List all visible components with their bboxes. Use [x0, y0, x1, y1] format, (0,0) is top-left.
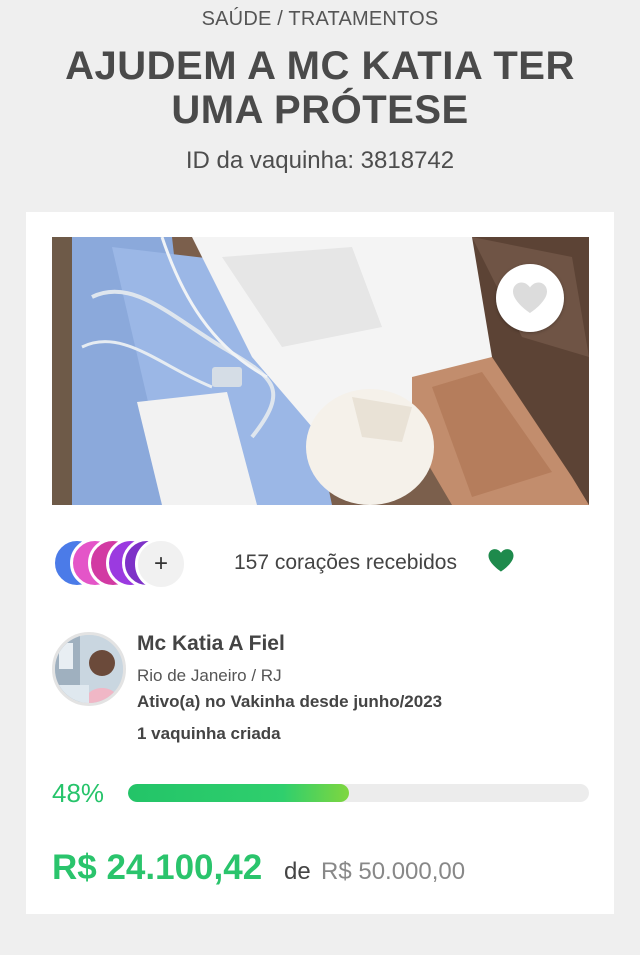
category-breadcrumb[interactable]: SAÚDE / TRATAMENTOS — [0, 8, 640, 31]
campaign-card: C M H I L + 157 corações recebidos Mc Ka… — [26, 212, 614, 914]
owner-location: Rio de Janeiro / RJ — [137, 666, 282, 685]
supporters-row: C M H I L + 157 corações recebidos — [52, 538, 592, 590]
favorite-button[interactable] — [496, 264, 564, 332]
owner-campaigns-count: 1 vaquinha criada — [137, 724, 281, 743]
goal-amount: R$ 50.000,00 — [321, 858, 466, 885]
campaign-title: AJUDEM A MC KATIA TER UMA PRÓTESE — [65, 44, 575, 132]
of-label: de — [284, 858, 311, 885]
campaign-photo — [52, 237, 589, 505]
more-supporters-button[interactable]: + — [135, 538, 187, 590]
campaign-id: ID da vaquinha: 3818742 — [185, 147, 455, 174]
progress-bar-fill — [128, 784, 350, 802]
progress-percent: 48% — [52, 778, 105, 808]
hearts-received-count: 157 corações recebidos — [234, 551, 457, 574]
green-heart-icon — [488, 549, 514, 572]
progress-bar — [128, 784, 589, 802]
amount-raised: R$ 24.100,42 — [52, 848, 263, 887]
owner-avatar[interactable] — [52, 632, 126, 706]
owner-name[interactable]: Mc Katia A Fiel — [137, 632, 285, 656]
favorite-heart-icon — [513, 282, 547, 313]
owner-active-since: Ativo(a) no Vakinha desde junho/2023 — [137, 692, 443, 711]
